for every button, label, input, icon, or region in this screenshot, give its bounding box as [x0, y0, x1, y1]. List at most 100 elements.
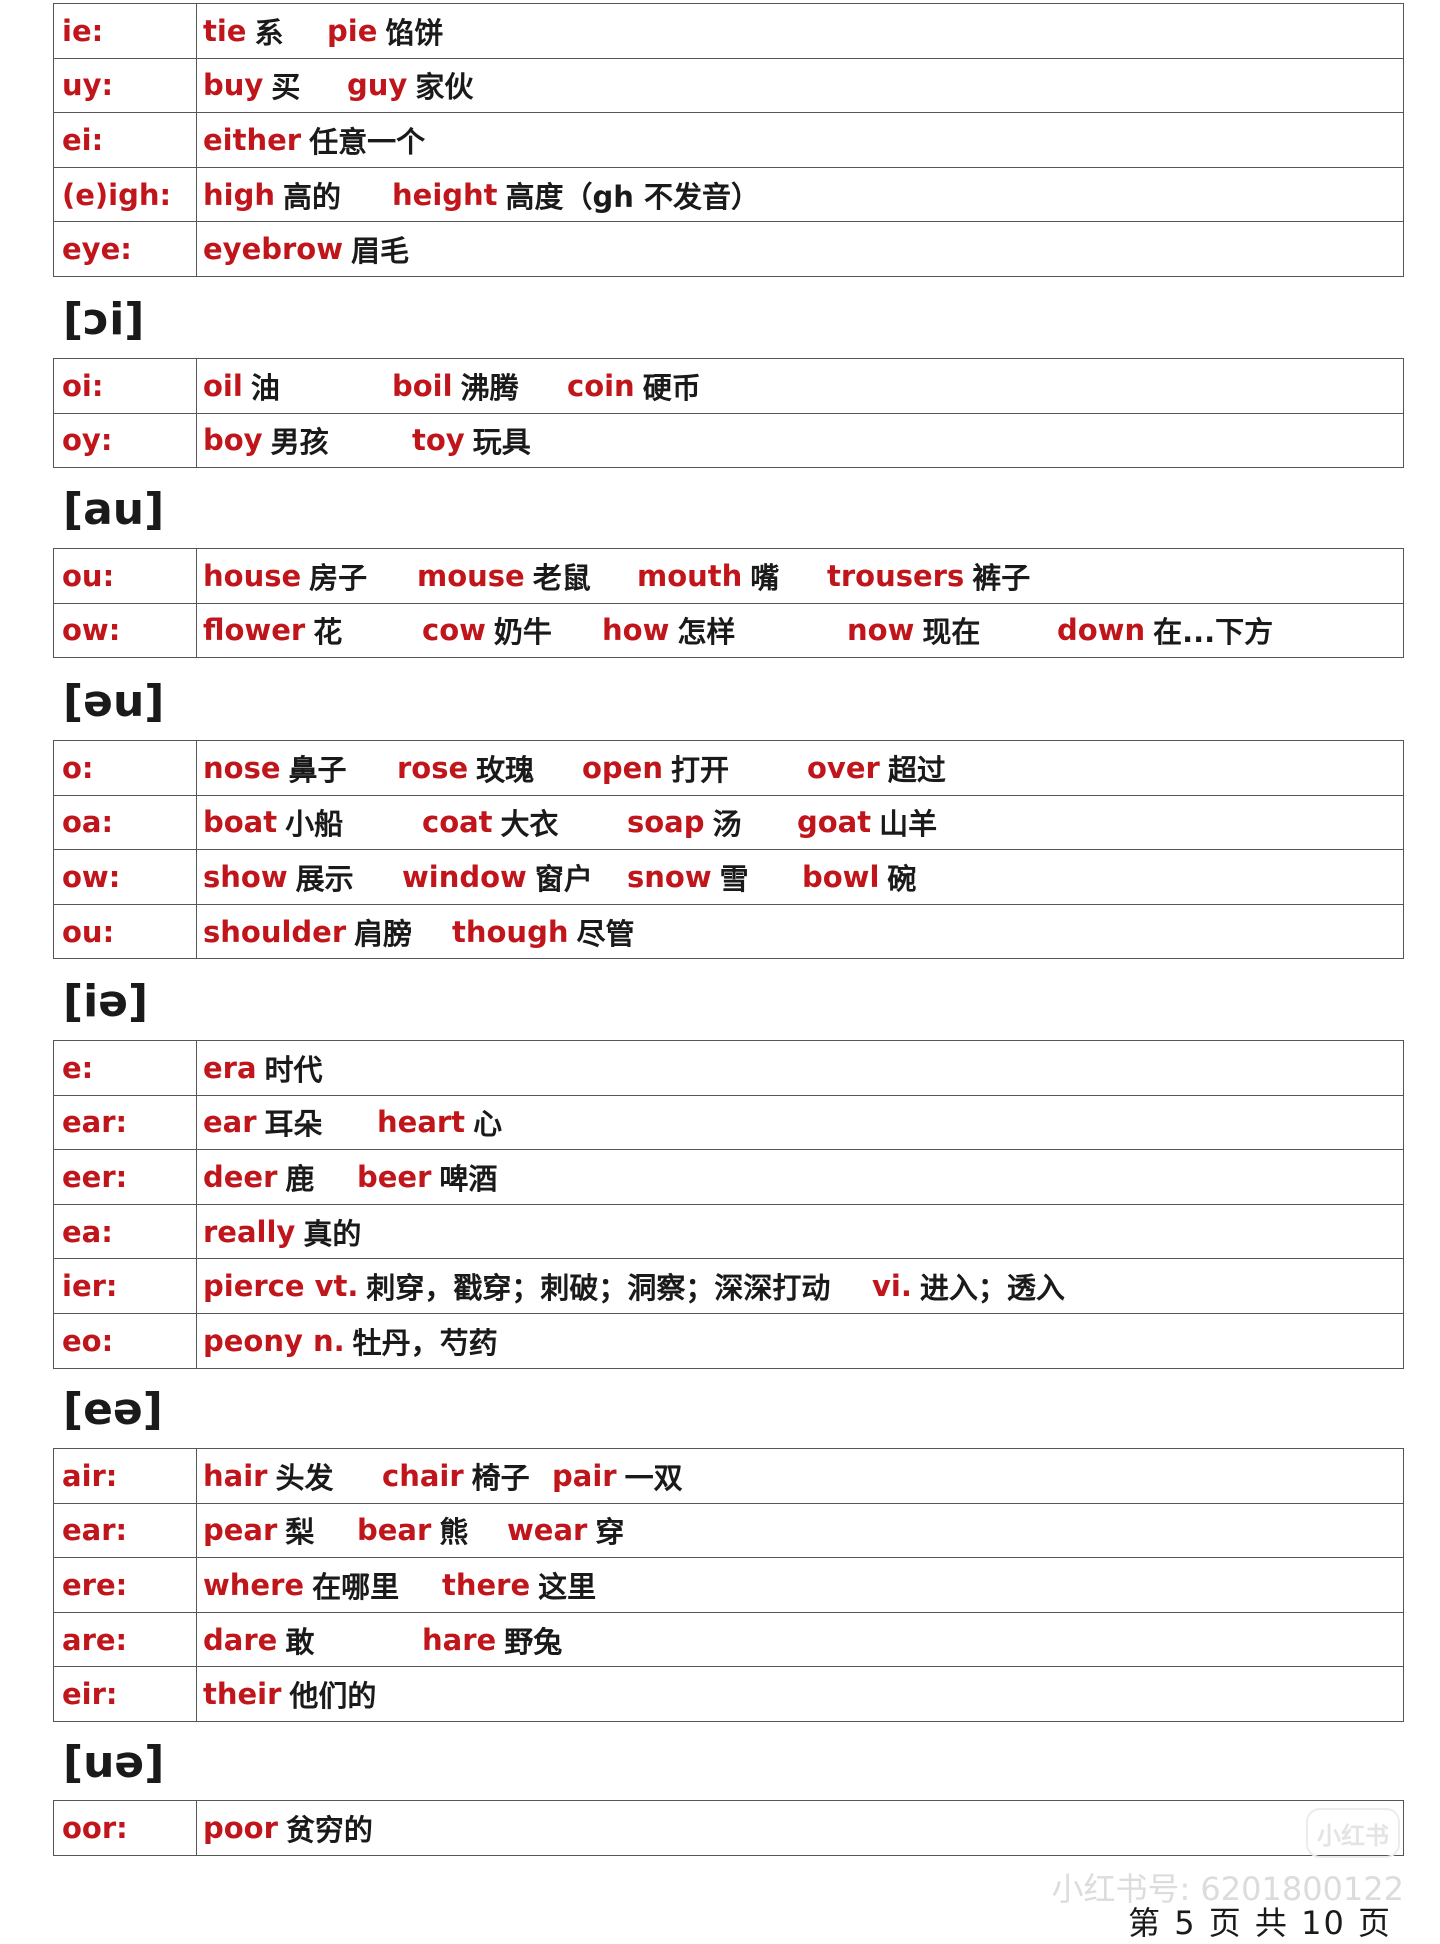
table-row: ou: shoulder 肩膀 though 尽管 [54, 904, 1403, 960]
word-entry: deer 鹿 [203, 1150, 314, 1204]
section-heading: [iə] [63, 976, 149, 1027]
table-row: oor: poor 贫穷的 [54, 1801, 1403, 1856]
example-words: pear 梨 bear 熊 wear 穿 [197, 1504, 1403, 1558]
english-word: mouse [417, 558, 525, 593]
chinese-meaning: 梨 [285, 1515, 315, 1550]
english-word: wear [507, 1513, 588, 1548]
word-entry: ear 耳朵 [203, 1096, 323, 1150]
example-words: peony n. 牡丹，芍药 [197, 1314, 1403, 1368]
table-row: ear: pear 梨 bear 熊 wear 穿 [54, 1503, 1403, 1559]
spelling-pattern: ere: [54, 1558, 197, 1612]
english-word: coin [567, 368, 635, 403]
chinese-meaning: 高度（gh 不发音） [505, 179, 761, 214]
english-word: peony n. [203, 1323, 345, 1358]
example-words: deer 鹿 beer 啤酒 [197, 1150, 1403, 1204]
word-entry: hair 头发 [203, 1449, 333, 1503]
example-words: dare 敢 hare 野兔 [197, 1613, 1403, 1667]
word-entry: nose 鼻子 [203, 741, 347, 795]
word-entry: era 时代 [203, 1041, 323, 1095]
example-words: boat 小船 coat 大衣 soap 汤 goat 山羊 [197, 796, 1403, 850]
example-words: oil 油 boil 沸腾 coin 硬币 [197, 359, 1403, 413]
spelling-pattern: ie: [54, 4, 197, 58]
english-word: really [203, 1214, 296, 1249]
chinese-meaning: 窗户 [534, 861, 593, 896]
watermark-logo: 小红书 [1306, 1808, 1400, 1858]
chinese-meaning: 野兔 [504, 1624, 563, 1659]
spelling-pattern: o: [54, 741, 197, 795]
chinese-meaning: 尽管 [576, 916, 635, 951]
spelling-pattern: ier: [54, 1259, 197, 1313]
example-words: tie 系 pie 馅饼 [197, 4, 1403, 58]
spelling-pattern: eer: [54, 1150, 197, 1204]
english-word: down [1057, 613, 1146, 648]
chinese-meaning: 高的 [283, 179, 342, 214]
english-word: hair [203, 1458, 268, 1493]
page-footer: 第 5 页 共 10 页 [1128, 1904, 1392, 1942]
chinese-meaning: 心 [473, 1107, 503, 1142]
word-entry: poor 贫穷的 [203, 1801, 373, 1855]
chinese-meaning: 展示 [295, 861, 354, 896]
chinese-meaning: 裤子 [972, 560, 1031, 595]
example-words: ear 耳朵 heart 心 [197, 1096, 1403, 1150]
chinese-meaning: 系 [254, 15, 284, 50]
chinese-meaning: 超过 [887, 752, 946, 787]
chinese-meaning: 鹿 [285, 1161, 315, 1196]
chinese-meaning: 他们的 [289, 1679, 377, 1714]
word-entry: really 真的 [203, 1205, 361, 1259]
spelling-pattern: ei: [54, 113, 197, 167]
word-entry: how 怎样 [602, 604, 735, 658]
table-row: ow: show 展示 window 窗户 snow 雪 bowl 碗 [54, 850, 1403, 905]
english-word: nose [203, 750, 281, 785]
section-heading: [au] [63, 484, 165, 535]
spelling-pattern: ear: [54, 1095, 197, 1150]
chinese-meaning: 椅子 [471, 1460, 530, 1495]
chinese-meaning: 碗 [887, 861, 917, 896]
word-entry: tie 系 [203, 4, 284, 58]
chinese-meaning: 时代 [264, 1052, 323, 1087]
english-word: guy [347, 68, 408, 103]
table-row: eye: eyebrow 眉毛 [54, 222, 1403, 277]
word-entry: snow 雪 [627, 850, 749, 904]
english-word: deer [203, 1159, 278, 1194]
spelling-pattern: ow: [54, 850, 197, 904]
english-word: goat [797, 805, 872, 840]
spelling-pattern: oy: [54, 413, 197, 468]
word-entry: flower 花 [203, 604, 342, 658]
word-entry: vi. 进入；透入 [872, 1259, 1065, 1313]
english-word: eyebrow [203, 232, 344, 267]
table-row: e: era 时代 [54, 1041, 1403, 1096]
chinese-meaning: 头发 [275, 1460, 334, 1495]
english-word: bowl [802, 859, 880, 894]
chinese-meaning: 现在 [922, 615, 981, 650]
table-row: ow: flower 花 cow 奶牛 how 怎样 now 现在 down 在...下方 [54, 603, 1403, 659]
word-entry: show 展示 [203, 850, 354, 904]
word-entry: pair 一双 [552, 1449, 683, 1503]
spelling-pattern: eir: [54, 1667, 197, 1721]
table-row: ear: ear 耳朵 heart 心 [54, 1095, 1403, 1151]
table-row: are: dare 敢 hare 野兔 [54, 1612, 1403, 1668]
english-word: toy [412, 423, 465, 458]
spelling-pattern: oi: [54, 359, 197, 413]
english-word: pair [552, 1458, 617, 1493]
example-words: their 他们的 [197, 1667, 1403, 1721]
table-row: eer: deer 鹿 beer 啤酒 [54, 1150, 1403, 1205]
word-entry: now 现在 [847, 604, 980, 658]
table-row: oa: boat 小船 coat 大衣 soap 汤 goat 山羊 [54, 795, 1403, 851]
table-row: ie: tie 系 pie 馅饼 [54, 4, 1403, 59]
english-word: boat [203, 805, 278, 840]
word-entry: boil 沸腾 [392, 359, 519, 413]
word-entry: window 窗户 [402, 850, 593, 904]
example-words: show 展示 window 窗户 snow 雪 bowl 碗 [197, 850, 1403, 904]
word-entry: there 这里 [442, 1558, 596, 1612]
spelling-table: ou: house 房子 mouse 老鼠 mouth 嘴 trousers 裤子 ow: flow… [53, 548, 1404, 659]
table-row: oy: boy 男孩 toy 玩具 [54, 413, 1403, 469]
word-entry: pear 梨 [203, 1504, 314, 1558]
chinese-meaning: 熊 [439, 1515, 469, 1550]
table-row: ei: either 任意一个 [54, 113, 1403, 168]
chinese-meaning: 大衣 [500, 807, 559, 842]
chinese-meaning: 进入；透入 [919, 1271, 1065, 1306]
word-entry: eyebrow 眉毛 [203, 222, 409, 276]
word-entry: trousers 裤子 [827, 549, 1030, 603]
example-words: nose 鼻子 rose 玫瑰 open 打开 over 超过 [197, 741, 1403, 795]
word-entry: peony n. 牡丹，芍药 [203, 1314, 498, 1368]
